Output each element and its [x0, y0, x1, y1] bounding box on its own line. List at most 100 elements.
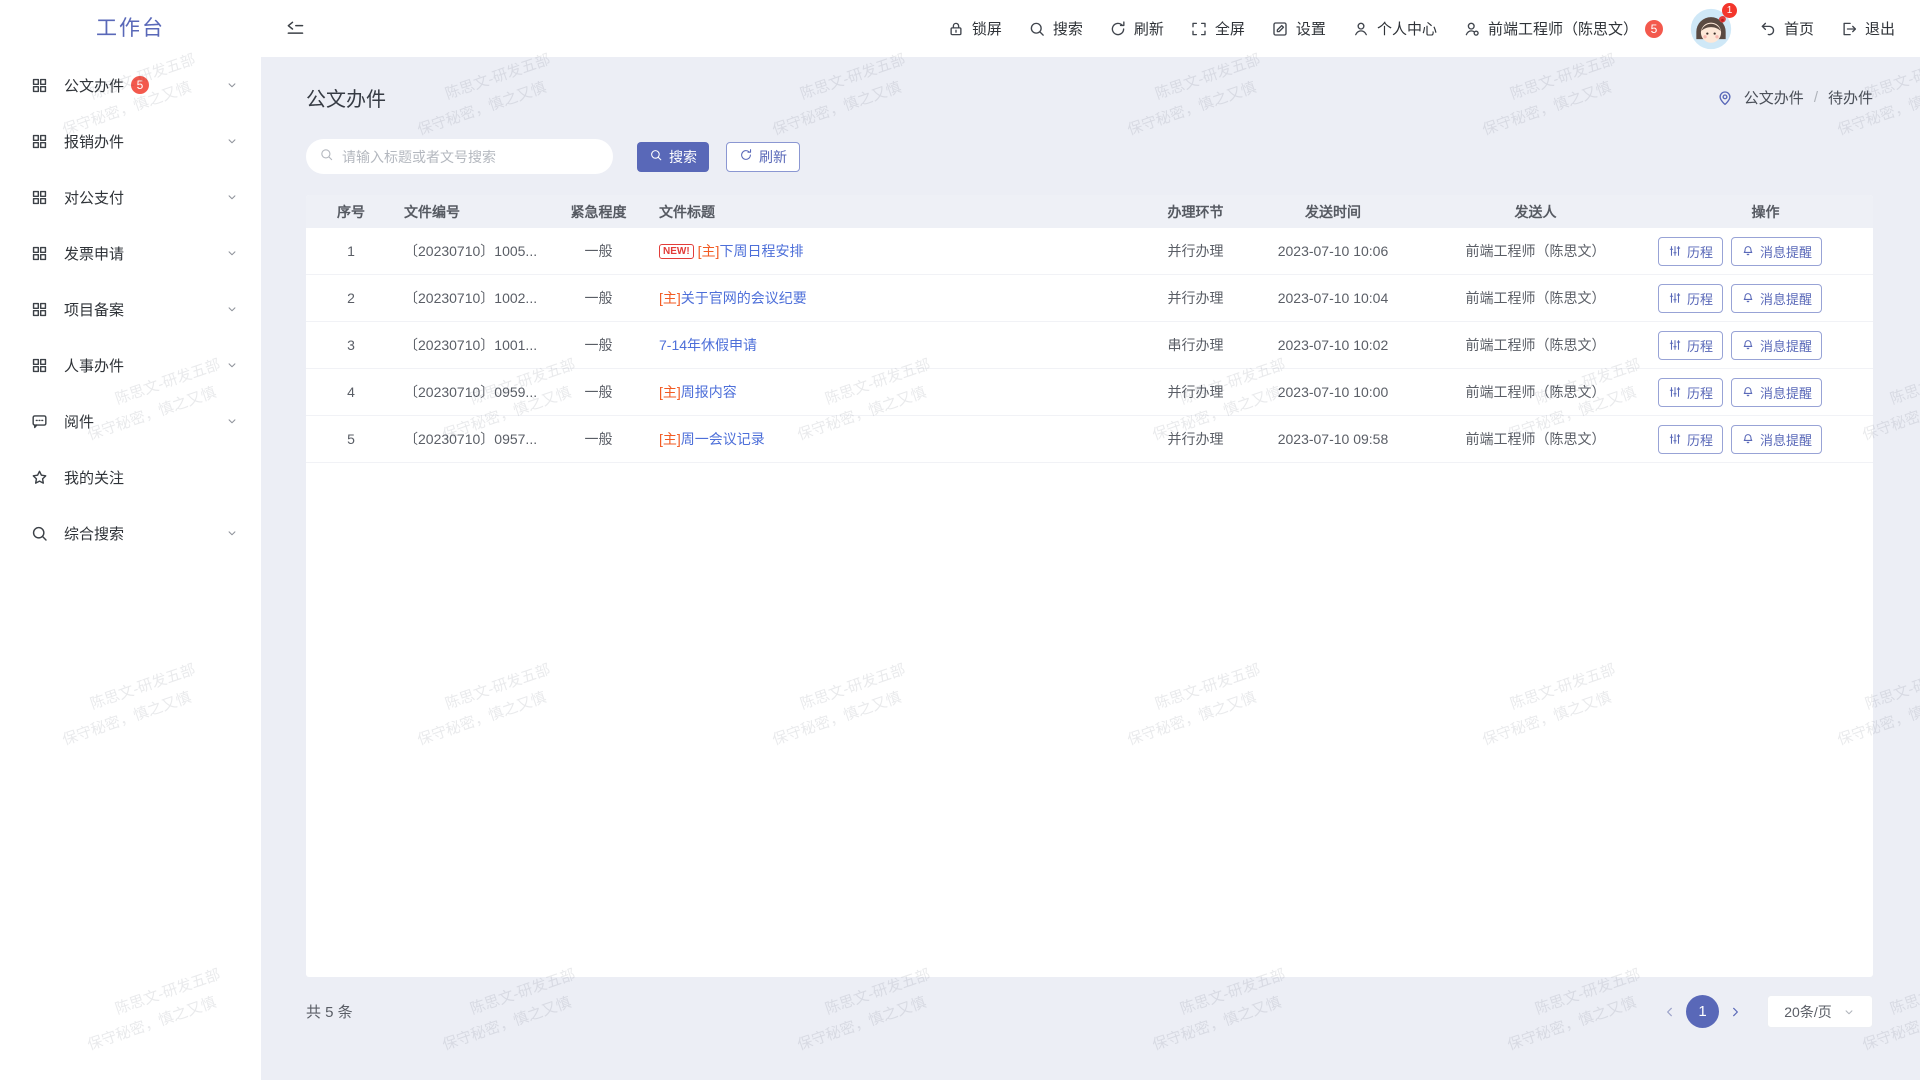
search-icon: [30, 524, 49, 543]
column-header: 文件编号: [396, 202, 546, 222]
refresh-icon: [1109, 20, 1127, 38]
breadcrumb-item[interactable]: 公文办件: [1744, 87, 1804, 108]
doc-title-link[interactable]: [主]周报内容: [659, 382, 737, 402]
doc-title-link[interactable]: [主]周一会议记录: [659, 429, 765, 449]
lock-icon: [947, 20, 965, 38]
notify-button[interactable]: 消息提醒: [1731, 237, 1822, 266]
history-button[interactable]: 历程: [1658, 425, 1723, 454]
cell-urgency: 一般: [546, 241, 651, 261]
total-count: 共 5 条: [306, 1001, 353, 1022]
notify-button[interactable]: 消息提醒: [1731, 331, 1822, 360]
search-icon: [319, 147, 334, 162]
cell-index: 5: [306, 431, 396, 447]
topbar-logout[interactable]: 退出: [1840, 18, 1895, 39]
sidebar-item-6[interactable]: 阅件: [0, 393, 261, 449]
topbar-global-search[interactable]: 搜索: [1028, 18, 1083, 39]
page-size-select[interactable]: 20条/页: [1767, 995, 1873, 1028]
page-size-value: 20条/页: [1784, 1002, 1831, 1022]
sidebar-item-label: 报销办件: [64, 131, 124, 152]
prev-page-button[interactable]: [1662, 1004, 1678, 1020]
notify-button[interactable]: 消息提醒: [1731, 284, 1822, 313]
cell-doc-no: 〔20230710〕1002...: [396, 288, 546, 308]
topbar: 锁屏 搜索 刷新 全屏 设置 个人中心 前端工程师（陈思文） 5 1 首页 退出: [261, 0, 1920, 57]
history-icon: [1668, 385, 1682, 399]
cell-title: [主]周报内容: [651, 382, 1138, 402]
sidebar-item-label: 人事办件: [64, 355, 124, 376]
breadcrumb-item-current: 待办件: [1828, 87, 1873, 108]
cell-sender: 前端工程师（陈思文）: [1413, 429, 1658, 449]
sidebar-item-8[interactable]: 综合搜索: [0, 505, 261, 561]
sidebar: 工作台 公文办件5报销办件对公支付发票申请项目备案人事办件阅件我的关注综合搜索: [0, 0, 261, 1080]
sidebar-menu: 公文办件5 报销办件对公支付发票申请项目备案人事办件阅件我的关注综合搜索: [0, 57, 261, 561]
main-area: 锁屏搜索刷新全屏设置个人中心前端工程师（陈思文）51首页退出 公文办件 公文办件…: [261, 0, 1920, 1080]
content: 公文办件 公文办件 / 待办件 搜索: [261, 57, 1920, 1080]
page-number-button[interactable]: 1: [1686, 995, 1719, 1028]
history-button[interactable]: 历程: [1658, 378, 1723, 407]
collapse-sidebar-button[interactable]: [285, 19, 305, 39]
search-box: [306, 139, 613, 174]
table-footer: 共 5 条 1 20条/页: [306, 995, 1873, 1028]
history-button[interactable]: 历程: [1658, 284, 1723, 313]
cell-sender: 前端工程师（陈思文）: [1413, 288, 1658, 308]
cell-index: 2: [306, 290, 396, 306]
table-row: 2〔20230710〕1002...一般[主]关于官网的会议纪要并行办理2023…: [306, 275, 1873, 322]
topbar-fullscreen[interactable]: 全屏: [1190, 18, 1245, 39]
grid-icon: [30, 300, 49, 319]
search-button[interactable]: 搜索: [637, 142, 709, 172]
sidebar-item-5[interactable]: 人事办件: [0, 337, 261, 393]
cell-index: 3: [306, 337, 396, 353]
sidebar-item-label: 我的关注: [64, 467, 124, 488]
cell-index: 4: [306, 384, 396, 400]
chevron-down-icon: [225, 134, 239, 148]
table-row: 4〔20230710〕0959...一般[主]周报内容并行办理2023-07-1…: [306, 369, 1873, 416]
search-icon: [1028, 20, 1046, 38]
history-button[interactable]: 历程: [1658, 237, 1723, 266]
cell-step: 并行办理: [1138, 429, 1253, 449]
breadcrumb-separator: /: [1814, 89, 1818, 106]
pagination: 1 20条/页: [1662, 995, 1873, 1028]
notify-button[interactable]: 消息提醒: [1731, 378, 1822, 407]
user-avatar-button[interactable]: 1: [1689, 7, 1733, 51]
back-icon: [1759, 20, 1777, 38]
refresh-icon: [739, 148, 753, 165]
sidebar-item-2[interactable]: 对公支付: [0, 169, 261, 225]
sidebar-item-0[interactable]: 公文办件5: [0, 57, 261, 113]
sidebar-item-7[interactable]: 我的关注: [0, 449, 261, 505]
topbar-item-label: 前端工程师（陈思文）: [1488, 18, 1638, 39]
sidebar-item-label: 综合搜索: [64, 523, 124, 544]
doc-title-link[interactable]: 7-14年休假申请: [659, 335, 757, 355]
topbar-current-user[interactable]: 前端工程师（陈思文） 5: [1463, 18, 1663, 39]
topbar-home[interactable]: 首页: [1759, 18, 1814, 39]
sidebar-item-3[interactable]: 发票申请: [0, 225, 261, 281]
chevron-down-icon: [225, 246, 239, 260]
topbar-settings[interactable]: 设置: [1271, 18, 1326, 39]
chevron-left-icon: [1662, 1004, 1678, 1020]
search-input[interactable]: [342, 149, 600, 165]
history-button[interactable]: 历程: [1658, 331, 1723, 360]
table-header-row: 序号文件编号紧急程度文件标题办理环节发送时间发送人操作: [306, 195, 1873, 228]
notification-badge: 5: [1645, 20, 1663, 38]
user-badge-icon: [1463, 20, 1481, 38]
doc-title-link[interactable]: [主]下周日程安排: [698, 241, 804, 261]
sidebar-item-label: 阅件: [64, 411, 94, 432]
cell-time: 2023-07-10 09:58: [1253, 431, 1413, 447]
refresh-button[interactable]: 刷新: [726, 142, 800, 172]
next-page-button[interactable]: [1727, 1004, 1743, 1020]
avatar-badge: 1: [1722, 3, 1737, 18]
topbar-refresh[interactable]: 刷新: [1109, 18, 1164, 39]
doc-title-link[interactable]: [主]关于官网的会议纪要: [659, 288, 807, 308]
user-icon: [1352, 20, 1370, 38]
refresh-icon: [739, 148, 753, 162]
chevron-right-icon: [1727, 1004, 1743, 1020]
topbar-lock-screen[interactable]: 锁屏: [947, 18, 1002, 39]
sidebar-item-4[interactable]: 项目备案: [0, 281, 261, 337]
sidebar-item-1[interactable]: 报销办件: [0, 113, 261, 169]
topbar-item-label: 锁屏: [972, 18, 1002, 39]
cell-time: 2023-07-10 10:04: [1253, 290, 1413, 306]
cell-sender: 前端工程师（陈思文）: [1413, 335, 1658, 355]
cell-title: NEW![主]下周日程安排: [651, 241, 1138, 261]
main-doc-tag: [主]: [659, 290, 681, 306]
notify-button[interactable]: 消息提醒: [1731, 425, 1822, 454]
grid-icon: [30, 244, 49, 263]
topbar-profile-center[interactable]: 个人中心: [1352, 18, 1437, 39]
